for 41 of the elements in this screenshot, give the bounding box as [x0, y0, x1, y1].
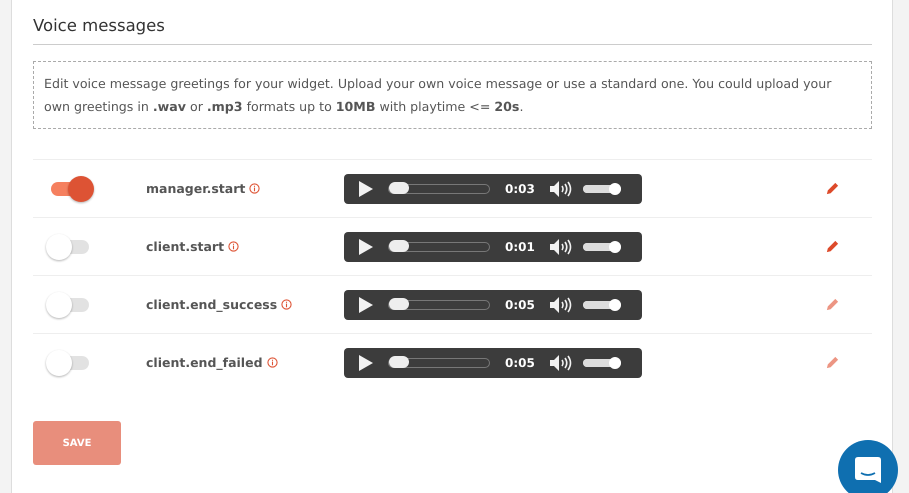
- seek-track[interactable]: [388, 184, 490, 194]
- seek-thumb[interactable]: [389, 182, 409, 194]
- volume-icon[interactable]: [548, 354, 573, 372]
- volume-slider[interactable]: [582, 358, 621, 366]
- volume-slider[interactable]: [582, 300, 621, 308]
- play-icon[interactable]: [358, 296, 374, 314]
- volume-slider[interactable]: [582, 242, 621, 250]
- seek-track[interactable]: [388, 358, 490, 368]
- volume-icon[interactable]: [548, 296, 573, 314]
- seek-thumb[interactable]: [389, 356, 409, 368]
- info-icon[interactable]: [281, 299, 292, 310]
- seek-thumb[interactable]: [389, 298, 409, 310]
- volume-thumb[interactable]: [608, 240, 621, 252]
- volume-thumb[interactable]: [608, 182, 621, 194]
- notice-text: Edit voice message greetings for your widget. Upload your own voice message or use a standard one. You could upload your own greetings in .wav or .mp3 formats up to 10MB with playtime <= 20s.: [33, 61, 872, 129]
- info-icon[interactable]: [249, 183, 260, 194]
- info-icon[interactable]: [228, 241, 240, 252]
- volume-icon[interactable]: [548, 180, 573, 198]
- seek-thumb[interactable]: [389, 240, 409, 252]
- edit-button[interactable]: [825, 181, 840, 196]
- volume-slider[interactable]: [582, 184, 621, 192]
- play-time: 0:03: [505, 182, 535, 196]
- play-icon[interactable]: [358, 180, 374, 198]
- edit-button[interactable]: [825, 239, 840, 254]
- play-icon[interactable]: [358, 238, 374, 256]
- volume-icon[interactable]: [548, 238, 573, 256]
- message-name: client.end_success: [146, 297, 278, 312]
- seek-track[interactable]: [388, 300, 490, 310]
- message-name: client.start: [146, 239, 224, 254]
- play-time: 0:05: [505, 298, 535, 312]
- volume-thumb[interactable]: [608, 298, 621, 310]
- chat-icon: [853, 455, 883, 485]
- play-icon[interactable]: [358, 354, 374, 372]
- volume-thumb[interactable]: [608, 356, 621, 368]
- section-title: Voice messages: [33, 15, 165, 37]
- play-time: 0:05: [505, 356, 535, 370]
- play-time: 0:01: [505, 240, 535, 254]
- message-name: client.end_failed: [146, 355, 263, 370]
- message-name: manager.start: [146, 181, 246, 196]
- info-icon[interactable]: [266, 357, 278, 368]
- seek-track[interactable]: [388, 242, 490, 252]
